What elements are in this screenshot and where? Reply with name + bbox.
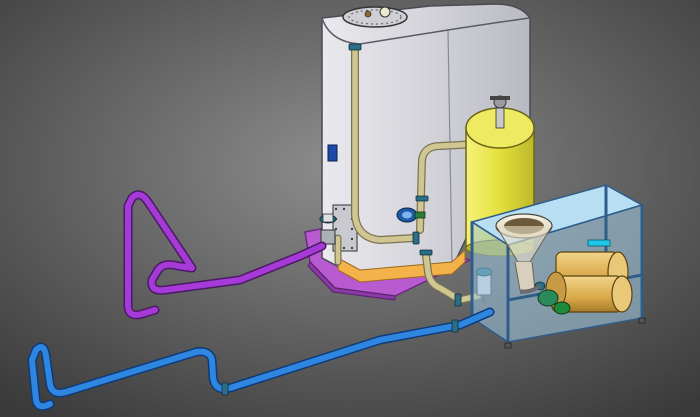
cad-assembly-view xyxy=(0,0,700,417)
vent-cap-icon xyxy=(379,6,391,18)
manhole-cover xyxy=(342,6,408,28)
control-strip xyxy=(587,239,611,247)
level-sensor-box xyxy=(327,144,338,162)
cad-viewport[interactable] xyxy=(0,0,700,417)
